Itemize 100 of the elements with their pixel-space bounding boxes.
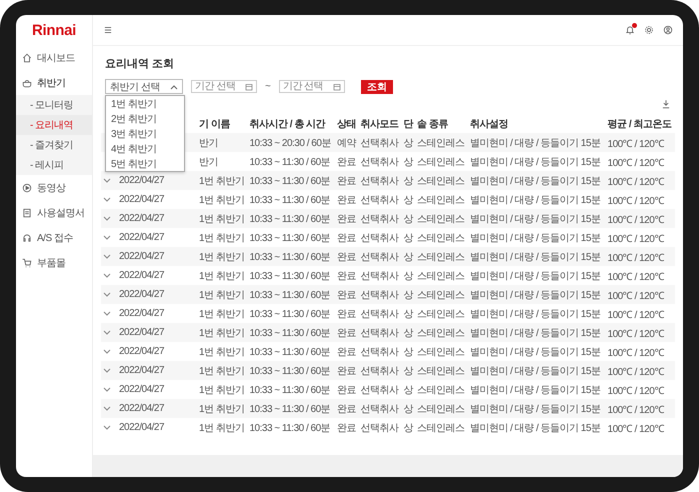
table-cell: 별미현미 / 대량 / 등들이기 15분	[470, 422, 600, 434]
table-cell: 스테인레스	[417, 156, 465, 168]
home-icon	[22, 52, 32, 62]
table-cell: 상	[403, 422, 413, 434]
table-cell: 10:33 ~ 11:30 / 60분	[249, 176, 330, 186]
menu-icon[interactable]	[103, 25, 113, 35]
sidebar-subitem[interactable]: - 요리내역	[16, 115, 92, 135]
table-cell: 선택취사	[360, 138, 398, 148]
table-cell: 1번 취반기	[199, 346, 244, 358]
table-cell: 100℃ / 120℃	[608, 386, 664, 396]
table-cell: 스테인레스	[417, 194, 465, 206]
table-cell: 별미현미 / 대량 / 등들이기 15분	[470, 404, 600, 414]
sidebar-subitem[interactable]: - 모니터링	[16, 95, 92, 115]
table-cell: 반기	[199, 138, 218, 148]
table-cell: 선택취사	[360, 156, 398, 168]
table-cell: 스테인레스	[417, 138, 465, 148]
table-cell: 100℃ / 120℃	[608, 424, 664, 434]
table-cell: 별미현미 / 대량 / 등들이기 15분	[470, 308, 600, 320]
table-cell: 상	[403, 328, 413, 338]
table-cell: 상	[403, 290, 413, 300]
table-cell: 상	[403, 346, 413, 358]
date-cell: 2022/04/27	[119, 308, 164, 319]
table-cell: 1번 취반기	[199, 366, 244, 376]
table-cell: 10:33 ~ 11:30 / 60분	[249, 384, 330, 396]
sidebar-subitem[interactable]: - 레시피	[16, 155, 92, 175]
table-cell: 별미현미 / 대량 / 등들이기 15분	[470, 194, 600, 206]
dropdown-option[interactable]: 5번 취반기	[106, 156, 184, 171]
table-cell: 상	[403, 232, 413, 244]
table-cell: 완료	[336, 156, 356, 168]
user-icon[interactable]	[663, 25, 673, 35]
sidebar-item[interactable]: 동영상	[16, 175, 92, 200]
table-cell: 10:33 ~ 11:30 / 60분	[249, 328, 330, 338]
table-cell: 스테인레스	[417, 346, 465, 358]
calendar-icon[interactable]	[332, 82, 341, 90]
table-cell: 스테인레스	[417, 328, 465, 338]
date-cell: 2022/04/27	[119, 289, 164, 300]
table-cell: 상	[403, 176, 413, 186]
sidebar-item[interactable]: 사용설명서	[16, 200, 92, 225]
table-cell: 선택취사	[360, 346, 398, 358]
search-button[interactable]: 조회	[360, 80, 393, 94]
table-cell: 스테인레스	[417, 290, 465, 300]
dropdown-option[interactable]: 1번 취반기	[106, 96, 184, 111]
table-cell: 별미현미 / 대량 / 등들이기 15분	[470, 270, 600, 282]
table-cell: 10:33 ~ 11:30 / 60분	[249, 308, 330, 320]
column-header: 취사모드	[358, 114, 402, 133]
table-cell: 100℃ / 120℃	[608, 404, 664, 416]
date-field[interactable]: 기간 선택	[278, 80, 345, 93]
dropdown-option[interactable]: 2번 취반기	[106, 111, 184, 126]
column-header: 취사설정	[468, 114, 606, 133]
table-cell: 선택취사	[360, 308, 398, 320]
table-cell: 별미현미 / 대량 / 등들이기 15분	[470, 252, 600, 262]
table-cell: 10:33 ~ 11:30 / 60분	[249, 270, 330, 282]
date-field[interactable]: 기간 선택	[191, 80, 257, 93]
table-cell: 100℃ / 120℃	[608, 176, 664, 188]
table-cell: 별미현미 / 대량 / 등들이기 15분	[470, 366, 600, 376]
sidebar-item[interactable]: 부품몰	[16, 250, 92, 275]
table-cell: 1번 취반기	[199, 328, 244, 338]
dropdown-option[interactable]: 4번 취반기	[106, 141, 184, 156]
table-cell: 상	[403, 270, 413, 282]
calendar-icon[interactable]	[245, 82, 253, 90]
sidebar-item[interactable]: A/S 접수	[16, 225, 92, 250]
table-cell: 완료	[336, 346, 356, 358]
table-cell: 선택취사	[360, 252, 398, 262]
play-circle-icon	[22, 182, 32, 192]
caret-icon[interactable]	[170, 84, 178, 90]
table-cell: 스테인레스	[417, 176, 465, 186]
table-cell: 상	[403, 156, 413, 168]
table-cell: 10:33 ~ 11:30 / 60분	[249, 404, 330, 414]
table-cell: 1번 취반기	[199, 194, 244, 206]
date-cell: 2022/04/27	[119, 365, 164, 376]
table-cell: 별미현미 / 대량 / 등들이기 15분	[470, 176, 600, 186]
sidebar-subitem[interactable]: - 즐겨찾기	[16, 135, 92, 155]
date-cell: 2022/04/27	[119, 270, 164, 281]
bell-icon[interactable]	[625, 25, 635, 35]
date-cell: 2022/04/27	[119, 251, 164, 262]
date-cell: 2022/04/27	[119, 346, 164, 357]
download-icon[interactable]	[661, 99, 671, 109]
table-cell: 상	[403, 138, 413, 148]
table-cell: 선택취사	[360, 270, 398, 282]
table-cell: 별미현미 / 대량 / 등들이기 15분	[470, 346, 600, 358]
table-cell: 스테인레스	[417, 252, 465, 262]
logo[interactable]: Rinnai	[16, 15, 92, 45]
table-cell: 100℃ / 120℃	[608, 328, 664, 340]
table-cell: 예약	[336, 138, 356, 148]
table-cell: 상	[403, 366, 413, 376]
table-cell: 1번 취반기	[199, 270, 244, 282]
table-cell: 10:33 ~ 11:30 / 60분	[249, 366, 330, 376]
sidebar-item[interactable]: 취반기	[16, 70, 92, 95]
table-cell: 1번 취반기	[199, 214, 244, 224]
table-cell: 상	[403, 404, 413, 414]
table-cell: 1번 취반기	[199, 384, 244, 396]
dropdown-option[interactable]: 3번 취반기	[106, 126, 184, 141]
page-title: 요리내역 조회	[105, 57, 176, 71]
table-cell: 10:33 ~ 11:30 / 60분	[249, 346, 330, 358]
sidebar-item[interactable]: 대시보드	[16, 45, 92, 70]
table-cell: 10:33 ~ 20:30 / 60분	[249, 138, 331, 148]
settings-icon[interactable]	[644, 25, 654, 35]
table-cell: 100℃ / 120℃	[608, 234, 664, 244]
table-cell: 완료	[336, 194, 356, 206]
column-header: 취사시간 / 총 시간	[247, 114, 335, 133]
